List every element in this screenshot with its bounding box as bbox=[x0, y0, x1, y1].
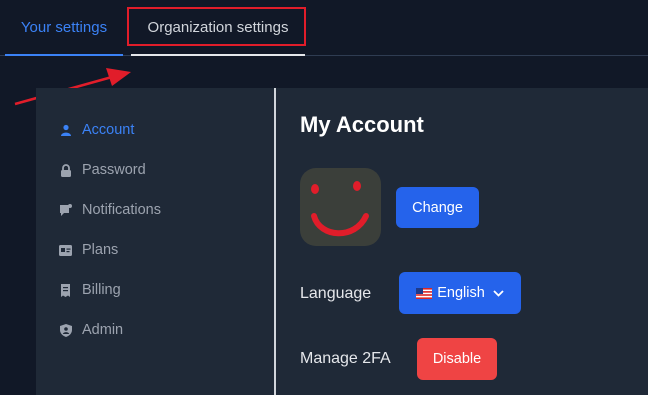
bell-icon bbox=[59, 203, 72, 217]
flag-us-icon bbox=[416, 287, 433, 299]
chevron-down-icon bbox=[493, 289, 504, 297]
lock-icon bbox=[59, 163, 72, 177]
sidebar-item-account[interactable]: Account bbox=[59, 119, 134, 141]
sidebar-item-notifications[interactable]: Notifications bbox=[59, 199, 161, 221]
avatar bbox=[300, 168, 381, 246]
sidebar-item-password[interactable]: Password bbox=[59, 159, 146, 181]
settings-sidebar: Account Password Notifications Plans Bil… bbox=[36, 88, 274, 395]
sidebar-item-label: Admin bbox=[82, 322, 124, 338]
sidebar-item-label: Password bbox=[82, 162, 146, 178]
sidebar-item-label: Account bbox=[82, 122, 135, 138]
disable-2fa-button[interactable]: Disable bbox=[417, 338, 497, 380]
sidebar-item-plans[interactable]: Plans bbox=[59, 239, 118, 261]
shield-icon bbox=[59, 323, 72, 337]
receipt-icon bbox=[59, 283, 72, 297]
card-icon bbox=[59, 244, 72, 257]
sidebar-item-label: Billing bbox=[82, 282, 121, 298]
sidebar-item-label: Plans bbox=[82, 242, 119, 258]
change-avatar-button[interactable]: Change bbox=[396, 187, 479, 228]
language-dropdown[interactable]: English bbox=[399, 272, 521, 314]
sidebar-item-admin[interactable]: Admin bbox=[59, 319, 123, 341]
language-value: English bbox=[437, 285, 485, 301]
sidebar-item-billing[interactable]: Billing bbox=[59, 279, 121, 301]
language-label: Language bbox=[300, 285, 372, 302]
user-icon bbox=[59, 124, 72, 137]
settings-panel: Account Password Notifications Plans Bil… bbox=[36, 88, 648, 395]
sidebar-item-label: Notifications bbox=[82, 202, 161, 218]
smiley-drawing-icon bbox=[311, 181, 369, 237]
manage-2fa-label: Manage 2FA bbox=[300, 350, 391, 367]
account-content: My Account Change Language English Manag… bbox=[276, 88, 648, 395]
page-title: My Account bbox=[300, 112, 424, 137]
